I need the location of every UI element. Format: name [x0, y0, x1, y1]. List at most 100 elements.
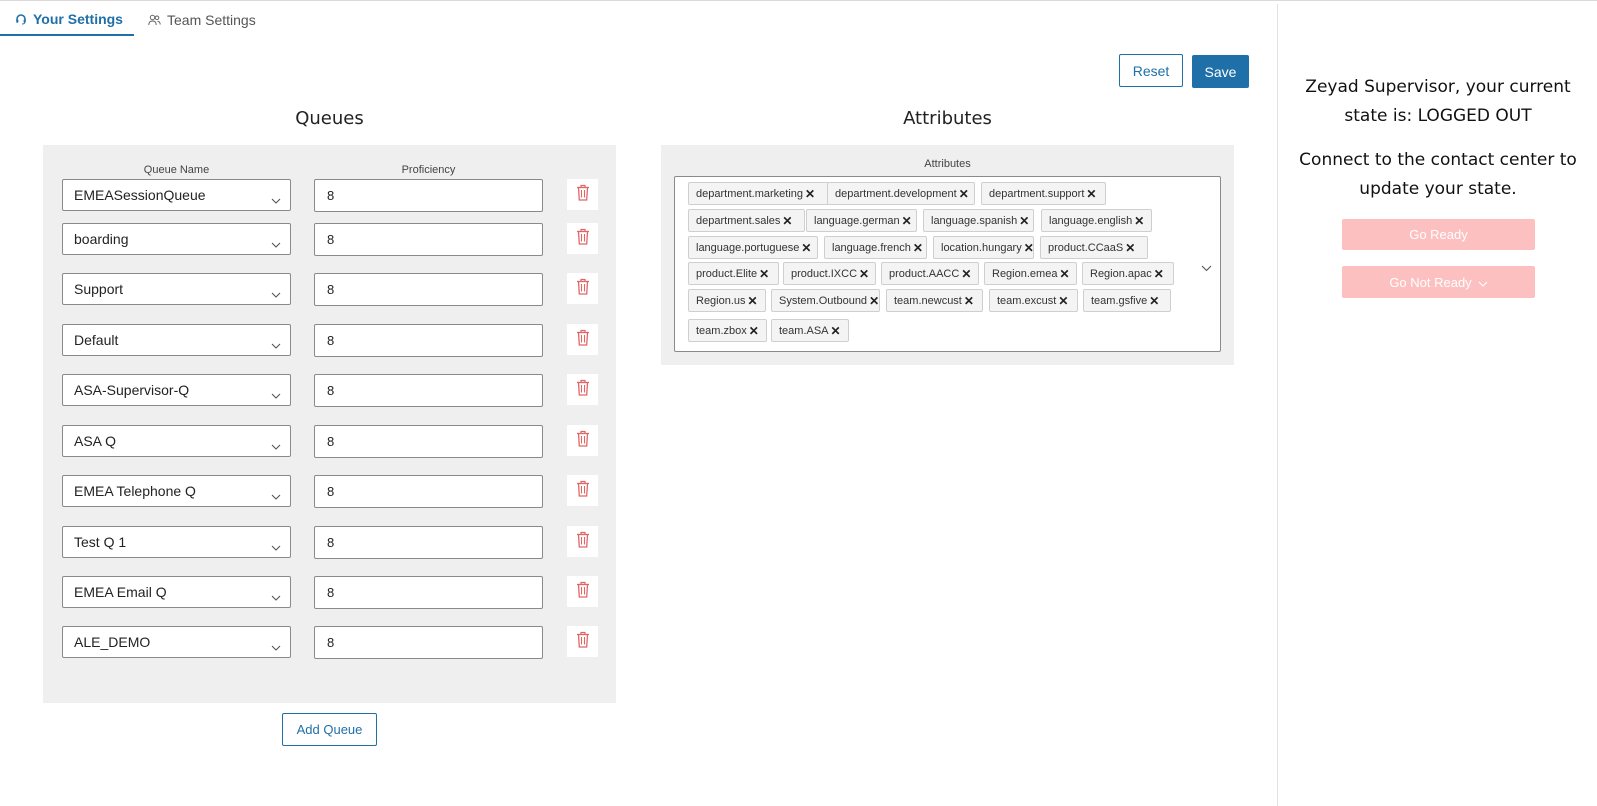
- attribute-chip-label: department.sales: [696, 214, 781, 227]
- remove-chip-icon[interactable]: ✕: [1019, 215, 1029, 227]
- agent-state-message: Zeyad Supervisor, your current state is:…: [1305, 77, 1571, 126]
- queue-name-value: ASA-Supervisor-Q: [74, 382, 190, 398]
- remove-chip-icon[interactable]: ✕: [961, 268, 971, 280]
- delete-queue-button[interactable]: [567, 179, 598, 210]
- tab-team-settings[interactable]: Team Settings: [148, 4, 256, 36]
- attributes-multiselect[interactable]: department.marketing ✕ department.developm…: [674, 176, 1221, 352]
- attribute-chip-label: department.marketing: [696, 187, 803, 200]
- chevron-down-icon: [271, 437, 281, 453]
- tab-team-settings-label: Team Settings: [167, 12, 256, 28]
- remove-chip-icon[interactable]: ✕: [1125, 242, 1135, 254]
- attribute-chip: team.ASA ✕: [771, 319, 849, 342]
- proficiency-value: 8: [327, 484, 335, 499]
- save-button[interactable]: Save: [1192, 55, 1249, 88]
- proficiency-input[interactable]: 8: [314, 475, 543, 508]
- remove-chip-icon[interactable]: ✕: [913, 242, 923, 254]
- queue-name-value: EMEASessionQueue: [74, 187, 206, 203]
- queue-name-select[interactable]: boarding: [62, 223, 291, 255]
- remove-chip-icon[interactable]: ✕: [1149, 295, 1159, 307]
- proficiency-input[interactable]: 8: [314, 324, 543, 357]
- remove-chip-icon[interactable]: ✕: [1058, 295, 1068, 307]
- attribute-chip-label: language.portuguese: [696, 241, 800, 254]
- attribute-chip: language.portuguese ✕: [688, 236, 818, 259]
- queue-name-select[interactable]: ASA Q: [62, 425, 291, 457]
- attribute-chip-label: team.gsfive: [1091, 294, 1148, 307]
- queue-name-select[interactable]: ASA-Supervisor-Q: [62, 374, 291, 406]
- proficiency-value: 8: [327, 232, 335, 247]
- queue-name-select[interactable]: ALE_DEMO: [62, 626, 291, 658]
- remove-chip-icon[interactable]: ✕: [759, 268, 769, 280]
- chevron-down-icon: [271, 638, 281, 654]
- remove-chip-icon[interactable]: ✕: [1059, 268, 1069, 280]
- trash-icon: [576, 228, 590, 250]
- queue-name-select[interactable]: Support: [62, 273, 291, 305]
- remove-chip-icon[interactable]: ✕: [902, 215, 912, 227]
- queue-name-select[interactable]: Default: [62, 324, 291, 356]
- queue-name-header: Queue Name: [143, 164, 210, 176]
- remove-chip-icon[interactable]: ✕: [801, 242, 811, 254]
- remove-chip-icon[interactable]: ✕: [782, 215, 792, 227]
- queue-row: EMEA Telephone Q 8: [43, 475, 616, 509]
- chevron-down-icon[interactable]: [1201, 259, 1212, 277]
- attribute-chip: product.IXCC ✕: [783, 262, 876, 285]
- delete-queue-button[interactable]: [567, 223, 598, 254]
- remove-chip-icon[interactable]: ✕: [831, 325, 841, 337]
- delete-queue-button[interactable]: [567, 273, 598, 304]
- queue-row: Test Q 1 8: [43, 526, 616, 560]
- delete-queue-button[interactable]: [567, 374, 598, 405]
- chevron-down-icon: [271, 336, 281, 352]
- remove-chip-icon[interactable]: ✕: [1024, 242, 1034, 254]
- queue-name-select[interactable]: Test Q 1: [62, 526, 291, 558]
- remove-chip-icon[interactable]: ✕: [964, 295, 974, 307]
- delete-queue-button[interactable]: [567, 475, 598, 506]
- team-icon: [148, 14, 161, 26]
- attribute-chip-label: department.development: [835, 187, 957, 200]
- queues-title: Queues: [295, 108, 364, 129]
- queue-name-value: Default: [74, 332, 119, 348]
- proficiency-header: Proficiency: [401, 164, 456, 176]
- proficiency-input[interactable]: 8: [314, 179, 543, 212]
- delete-queue-button[interactable]: [567, 626, 598, 657]
- reset-button[interactable]: Reset: [1119, 54, 1183, 87]
- remove-chip-icon[interactable]: ✕: [1086, 188, 1096, 200]
- proficiency-input[interactable]: 8: [314, 425, 543, 458]
- trash-icon: [576, 329, 590, 351]
- go-ready-button[interactable]: Go Ready: [1342, 219, 1535, 250]
- proficiency-input[interactable]: 8: [314, 374, 543, 407]
- remove-chip-icon[interactable]: ✕: [959, 188, 969, 200]
- panel-divider: [1277, 4, 1278, 806]
- queue-name-select[interactable]: EMEA Email Q: [62, 576, 291, 608]
- trash-icon: [576, 379, 590, 401]
- proficiency-input[interactable]: 8: [314, 526, 543, 559]
- queue-row: EMEASessionQueue 8: [43, 179, 616, 213]
- chevron-down-icon: [271, 191, 281, 207]
- remove-chip-icon[interactable]: ✕: [748, 295, 758, 307]
- delete-queue-button[interactable]: [567, 425, 598, 456]
- proficiency-input[interactable]: 8: [314, 223, 543, 256]
- proficiency-input[interactable]: 8: [314, 273, 543, 306]
- queue-name-select[interactable]: EMEA Telephone Q: [62, 475, 291, 507]
- remove-chip-icon[interactable]: ✕: [1154, 268, 1164, 280]
- go-not-ready-button[interactable]: Go Not Ready: [1342, 266, 1535, 298]
- remove-chip-icon[interactable]: ✕: [1134, 215, 1144, 227]
- attribute-chip-label: language.french: [832, 241, 911, 254]
- queue-name-select[interactable]: EMEASessionQueue: [62, 179, 291, 211]
- tab-your-settings[interactable]: Your Settings: [0, 4, 134, 36]
- delete-queue-button[interactable]: [567, 576, 598, 607]
- attribute-chip: language.german ✕: [806, 209, 917, 232]
- proficiency-input[interactable]: 8: [314, 576, 543, 609]
- trash-icon: [576, 531, 590, 553]
- remove-chip-icon[interactable]: ✕: [869, 295, 879, 307]
- attribute-chip-label: team.zbox: [696, 324, 747, 337]
- delete-queue-button[interactable]: [567, 324, 598, 355]
- proficiency-input[interactable]: 8: [314, 626, 543, 659]
- remove-chip-icon[interactable]: ✕: [805, 188, 815, 200]
- attribute-chip: department.development ✕: [827, 182, 975, 205]
- proficiency-value: 8: [327, 282, 335, 297]
- remove-chip-icon[interactable]: ✕: [749, 325, 759, 337]
- add-queue-button[interactable]: Add Queue: [282, 713, 377, 746]
- remove-chip-icon[interactable]: ✕: [859, 268, 869, 280]
- attribute-chip: language.spanish ✕: [923, 209, 1034, 232]
- delete-queue-button[interactable]: [567, 526, 598, 557]
- attribute-chip: department.sales ✕: [688, 209, 805, 232]
